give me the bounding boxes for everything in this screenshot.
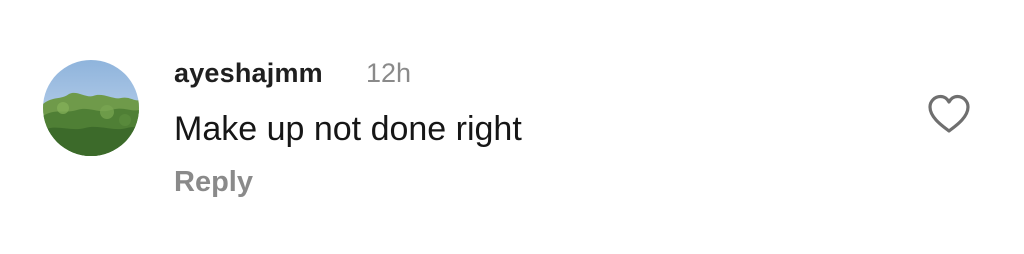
avatar-image	[43, 60, 139, 156]
comment-text: Make up not done right	[174, 110, 522, 148]
timestamp: 12h	[366, 58, 412, 88]
comment-item: ayeshajmm 12h Make up not done right Rep…	[0, 0, 1024, 254]
heart-outline-icon	[928, 94, 970, 133]
avatar[interactable]	[43, 60, 139, 156]
username[interactable]: ayeshajmm	[174, 56, 323, 90]
like-button[interactable]	[926, 92, 972, 136]
reply-button[interactable]: Reply	[174, 164, 253, 200]
